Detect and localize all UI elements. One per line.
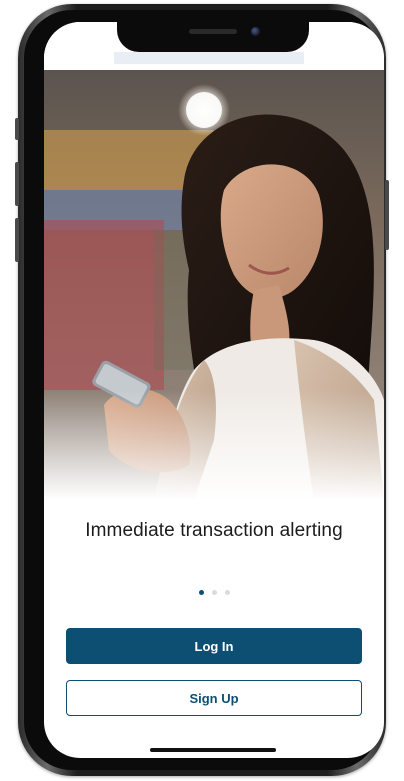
- phone-screen: Immediate transaction alerting Log In Si…: [44, 22, 384, 758]
- page-dot-1[interactable]: [198, 590, 204, 595]
- sign-up-button[interactable]: Sign Up: [66, 680, 362, 716]
- hero-illustration: [44, 70, 384, 500]
- page-dot-2[interactable]: [211, 590, 217, 595]
- power-button: [385, 180, 389, 250]
- volume-up-button: [15, 162, 19, 206]
- page-dot-3[interactable]: [224, 590, 230, 595]
- carousel-page-indicator[interactable]: [44, 590, 384, 595]
- status-bar: [44, 22, 384, 70]
- mute-switch: [15, 118, 19, 140]
- home-indicator[interactable]: [150, 748, 276, 752]
- front-camera-icon: [251, 27, 260, 36]
- log-in-button[interactable]: Log In: [66, 628, 362, 664]
- hero-image: [44, 70, 384, 500]
- onboarding-headline: Immediate transaction alerting: [85, 520, 343, 541]
- volume-down-button: [15, 218, 19, 262]
- notch: [117, 22, 309, 52]
- notch-shadow: [114, 52, 304, 64]
- speaker-grille: [189, 29, 237, 34]
